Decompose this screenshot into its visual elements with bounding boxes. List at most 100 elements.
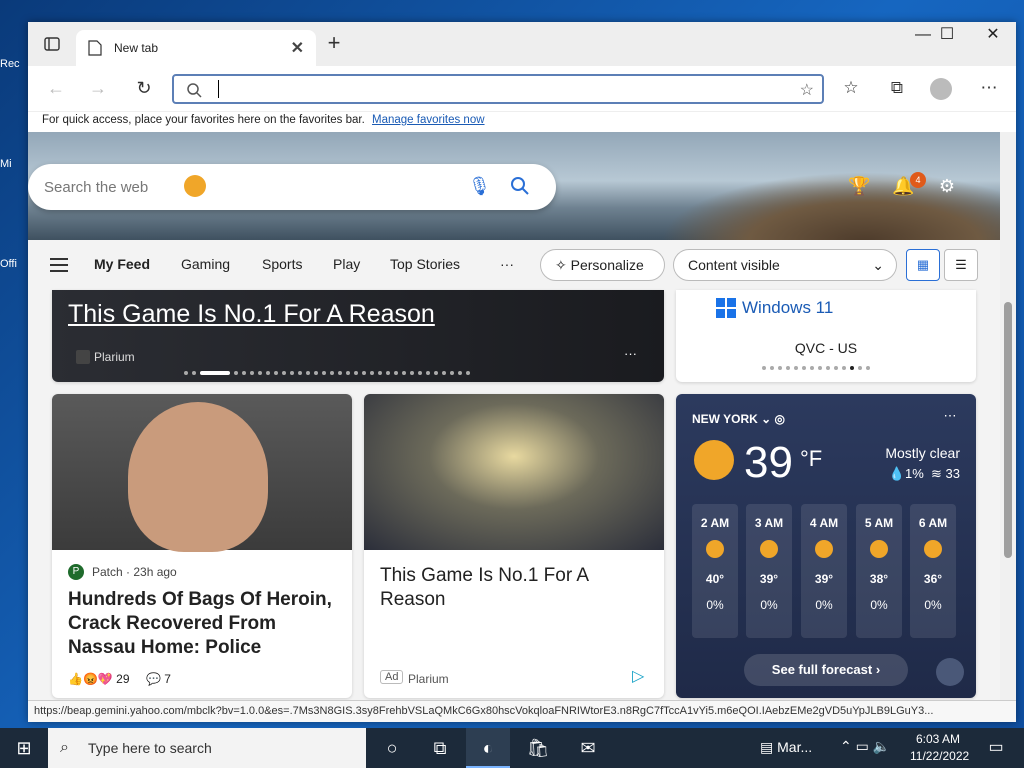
news-widget[interactable]: ▤ Mar... (760, 739, 812, 756)
forward-button[interactable]: → (86, 76, 110, 100)
page-icon (88, 40, 102, 56)
microphone-icon[interactable]: 🎙 (468, 176, 491, 197)
hourly-5am[interactable]: 5 AM 38° 0% (856, 504, 902, 638)
start-windows-icon[interactable]: ⊞ (2, 728, 46, 768)
temperature: 39 (744, 438, 793, 487)
hour-temp: 39° (814, 572, 834, 586)
notification-count-badge: 4 (910, 172, 926, 188)
search-submit-icon[interactable] (510, 176, 530, 196)
feed-more-button[interactable]: ··· (500, 256, 514, 272)
menu-hamburger-icon[interactable] (50, 258, 68, 272)
clock[interactable]: 6:03 AM 11/22/2022 (910, 731, 970, 765)
desktop-icon-recycle-bin[interactable]: Rec (0, 58, 28, 70)
favorites-icon[interactable]: ☆ (840, 78, 862, 100)
hourly-4am[interactable]: 4 AM 39° 0% (801, 504, 847, 638)
hour-temp: 36° (923, 572, 943, 586)
news-card-image (52, 394, 352, 552)
see-full-forecast-button[interactable]: See full forecast › (744, 654, 908, 686)
ad-carousel-dots[interactable] (762, 366, 870, 370)
qvc-ad-card[interactable]: Windows 11 QVC - US (676, 290, 976, 382)
rewards-trophy-icon[interactable]: 🏆 (848, 176, 870, 198)
hero-card-source: Plarium (94, 350, 135, 364)
hourly-2am[interactable]: 2 AM 40° 0% (692, 504, 738, 638)
more-menu-icon[interactable]: ⋯ (978, 78, 1000, 100)
adchoices-icon[interactable]: ▷ (632, 666, 644, 686)
feed-tab-my-feed[interactable]: My Feed (94, 256, 150, 272)
personalize-button[interactable]: ✧ Personalize (540, 249, 665, 281)
hour-time: 2 AM (700, 516, 730, 530)
game-ad-card[interactable]: This Game Is No.1 For A Reason Ad Plariu… (364, 394, 664, 698)
moon-icon (870, 540, 888, 558)
hour-precip: 0% (760, 598, 778, 612)
feed-tab-play[interactable]: Play (333, 256, 360, 272)
hourly-6am[interactable]: 6 AM 36° 0% (910, 504, 956, 638)
desktop-icon-label: Offi (0, 258, 17, 270)
notification-center-icon[interactable]: ▭ (974, 728, 1018, 768)
profile-avatar[interactable] (930, 78, 952, 100)
title-bar: New tab ✕ + — ☐ ✕ (28, 22, 1016, 66)
close-window-button[interactable]: ✕ (970, 22, 1016, 50)
hour-temp: 39° (759, 572, 779, 586)
add-favorite-icon[interactable]: ☆ (800, 80, 814, 100)
url-input[interactable]: ☆ (172, 74, 824, 104)
reactions[interactable]: 👍😡💖 29 (68, 672, 130, 686)
weather-more-icon[interactable]: ⋯ (938, 408, 962, 428)
feed-tab-top-stories[interactable]: Top Stories (390, 256, 460, 272)
edge-taskbar-icon[interactable]: ◐ (466, 728, 510, 768)
system-tray-icons[interactable]: ⌃ ▭ 🔈 (840, 738, 890, 755)
taskbar-search-box[interactable]: ⌕ Type here to search (48, 728, 366, 768)
desktop-icon-label: Mi (0, 158, 12, 170)
city-label: NEW YORK (692, 412, 758, 426)
maximize-button[interactable]: ☐ (924, 22, 970, 50)
grid-view-button[interactable]: ▦ (906, 249, 940, 281)
hourly-3am[interactable]: 3 AM 39° 0% (746, 504, 792, 638)
precip-value: 1% (905, 466, 924, 481)
weather-card[interactable]: NEW YORK ⌄ ◎ ⋯ 39 °F Mostly clear 💧1% ≋ … (676, 394, 976, 698)
personalize-label: Personalize (570, 257, 644, 273)
forecast-label: See full forecast (771, 662, 873, 677)
page-scrollbar[interactable] (1000, 132, 1016, 702)
desktop-icon-edge[interactable]: Mi (0, 158, 28, 170)
windows-logo-row: Windows 11 (716, 298, 833, 318)
task-view-icon[interactable]: ⧉ (418, 728, 462, 768)
tab-new-tab[interactable]: New tab ✕ (76, 30, 316, 66)
carousel-dots[interactable] (184, 371, 470, 375)
clock-time: 6:03 AM (915, 732, 961, 746)
feed-tab-gaming[interactable]: Gaming (181, 256, 230, 272)
list-view-button[interactable]: ☰ (944, 249, 978, 281)
hour-time: 5 AM (864, 516, 894, 530)
content-visible-dropdown[interactable]: Content visible ⌄ (673, 249, 897, 281)
weather-feedback-icon[interactable] (936, 658, 964, 686)
clock-date: 11/22/2022 (910, 749, 970, 763)
news-card-title[interactable]: Hundreds Of Bags Of Heroin, Crack Recove… (68, 588, 340, 660)
tab-actions-icon[interactable] (44, 36, 60, 52)
manage-favorites-link[interactable]: Manage favorites now (372, 114, 485, 126)
new-tab-page: Search the web 🎙 🏆 🔔 4 ⚙ My Feed Gaming … (28, 132, 1000, 702)
close-tab-icon[interactable]: ✕ (291, 38, 304, 58)
moon-cloud-icon (694, 440, 734, 480)
aqi-value: 33 (945, 466, 960, 481)
store-icon[interactable]: 🛍 (516, 728, 560, 768)
search-placeholder: Search the web (44, 179, 149, 196)
back-button[interactable]: ← (44, 76, 68, 100)
news-card[interactable]: P Patch · 23h ago Hundreds Of Bags Of He… (52, 394, 352, 698)
mail-icon[interactable]: ✉ (566, 728, 610, 768)
hero-game-card[interactable]: This Game Is No.1 For A Reason Plarium ·… (52, 290, 664, 382)
game-card-title[interactable]: This Game Is No.1 For A Reason (380, 564, 640, 612)
feed-tab-sports[interactable]: Sports (262, 256, 302, 272)
refresh-button[interactable]: ↻ (132, 76, 156, 100)
collections-icon[interactable]: ⧉ (886, 78, 908, 100)
settings-gear-icon[interactable]: ⚙ (936, 176, 958, 198)
hero-card-more[interactable]: ··· (624, 346, 637, 361)
desktop-icon-office[interactable]: Offi (0, 258, 28, 270)
game-ad-image (364, 394, 664, 550)
comments[interactable]: 💬 7 (146, 672, 171, 686)
weather-city[interactable]: NEW YORK ⌄ ◎ (692, 412, 785, 426)
new-tab-button[interactable]: + (322, 32, 346, 56)
web-search-box[interactable]: Search the web 🎙 (28, 164, 556, 210)
windows-logo-icon (716, 298, 736, 318)
weather-moon-icon (184, 175, 206, 197)
hero-card-title[interactable]: This Game Is No.1 For A Reason (68, 300, 435, 329)
scrollbar-thumb[interactable] (1004, 302, 1012, 558)
cortana-icon[interactable]: ○ (370, 728, 414, 768)
